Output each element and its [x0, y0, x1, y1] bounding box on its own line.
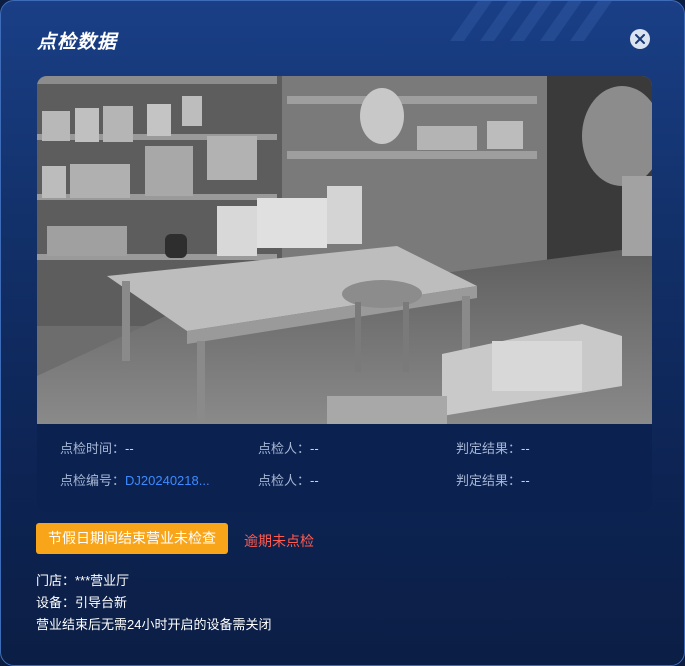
inspection-time: 点检时间：--: [60, 441, 134, 456]
judgment-result-2: 判定结果：--: [456, 473, 530, 488]
inspection-number-link[interactable]: DJ20240218...: [125, 473, 210, 488]
inspection-photo[interactable]: [37, 76, 652, 424]
close-icon[interactable]: [630, 29, 650, 49]
requirement-text: 营业结束后无需24小时开启的设备需关闭: [36, 617, 272, 632]
dialog-title: 点检数据: [37, 32, 118, 53]
store-text: 门店：***营业厅: [36, 573, 130, 588]
device-text: 设备：引导台新: [36, 595, 128, 610]
inspection-number: 点检编号：DJ20240218...: [60, 473, 210, 488]
inspector: 点检人：--: [258, 441, 319, 456]
inspection-card: 点检时间：-- 点检人：-- 判定结果：-- 点检编号：DJ20240218..…: [37, 76, 652, 512]
judgment-result: 判定结果：--: [456, 441, 530, 456]
info-row-2: 点检编号：DJ20240218... 点检人：-- 判定结果：--: [37, 470, 652, 490]
inspector-2: 点检人：--: [258, 473, 319, 488]
inspection-dialog: 点检数据 点检时间：-- 点检人：-- 判定结果：-- 点检编号：DJ20240…: [0, 0, 685, 666]
holiday-status-tag: 节假日期间结束营业未检查: [36, 523, 228, 554]
header-decoration: [434, 1, 614, 41]
overdue-status: 逾期未点检: [244, 533, 314, 549]
info-row-1: 点检时间：-- 点检人：-- 判定结果：--: [37, 438, 652, 458]
